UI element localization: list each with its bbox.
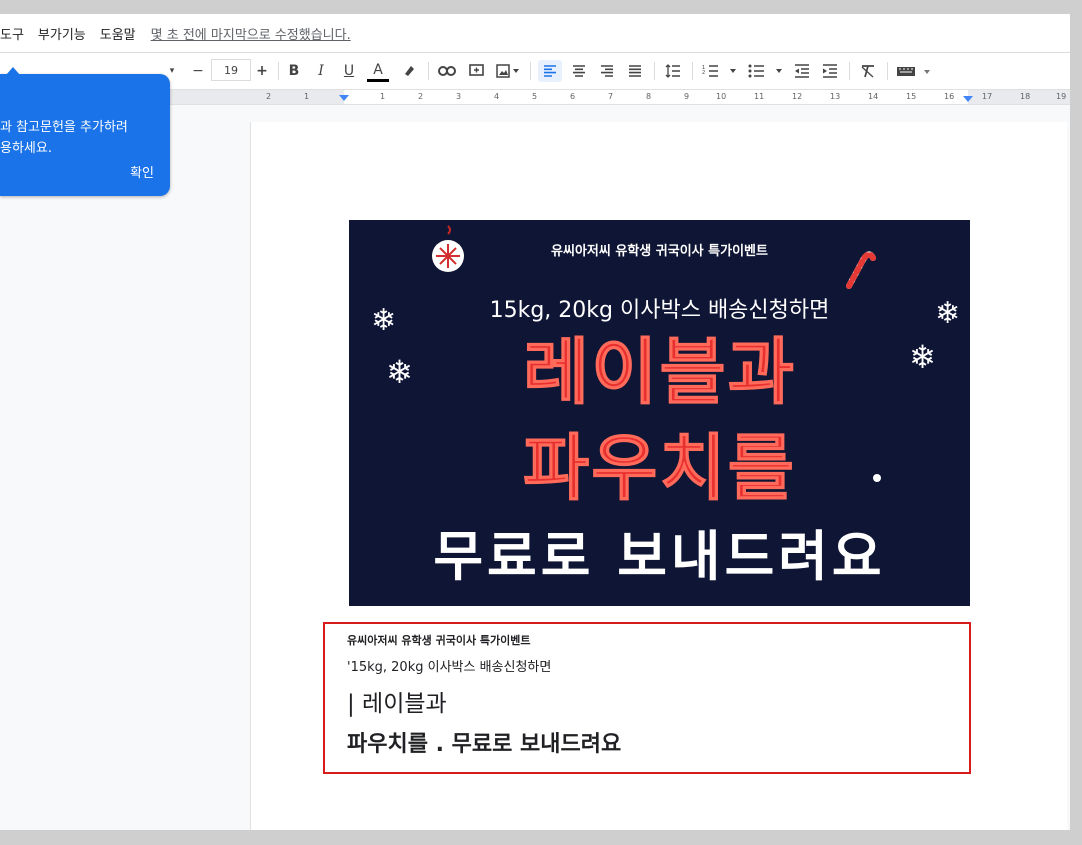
numbered-list-icon[interactable]: 12 — [700, 60, 740, 82]
right-indent-marker-icon[interactable] — [963, 96, 973, 102]
toolbar-divider — [428, 62, 429, 80]
clear-formatting-icon[interactable] — [856, 60, 880, 82]
menu-bar: 도구 부가기능 도움말 몇 초 전에 마지막으로 수정했습니다. — [0, 14, 1070, 53]
ruler-label: 1 — [304, 92, 310, 101]
toolbar-divider — [530, 62, 531, 80]
underline-button[interactable]: U — [339, 60, 359, 82]
feature-tooltip: 과 참고문헌을 추가하려 용하세요. 확인 — [0, 67, 170, 196]
ruler-label: 13 — [830, 92, 841, 101]
ruler-label: 12 — [792, 92, 803, 101]
ruler-label: 15 — [906, 92, 917, 101]
toolbar-divider — [887, 62, 888, 80]
banner-white-line: 무료로 보내드려요 — [433, 525, 886, 588]
ruler-label: 8 — [646, 92, 652, 101]
line-spacing-icon[interactable] — [661, 60, 685, 82]
svg-text:2: 2 — [702, 70, 705, 76]
ocr-line-3: | 레이블과 — [347, 691, 447, 717]
decrease-font-size-button[interactable]: − — [188, 60, 208, 82]
increase-font-size-button[interactable]: + — [252, 60, 272, 82]
ruler-label: 1 — [380, 92, 386, 101]
toolbar-divider — [692, 62, 693, 80]
toolbar-divider — [849, 62, 850, 80]
tooltip-pointer — [6, 67, 20, 75]
highlight-color-icon[interactable] — [398, 60, 420, 82]
ocr-line-4: 파우치를 . 무료로 보내드려요 — [347, 732, 622, 757]
tooltip-confirm-button[interactable]: 확인 — [130, 162, 154, 181]
ruler-label: 11 — [754, 92, 765, 101]
italic-button[interactable]: I — [311, 60, 331, 82]
ocr-line-1: 유씨아저씨 유학생 귀국이사 특가이벤트 — [347, 634, 531, 647]
menu-help[interactable]: 도움말 — [93, 24, 143, 43]
ruler-label: 2 — [418, 92, 424, 101]
tooltip-text-line-1: 과 참고문헌을 추가하려 — [0, 120, 128, 135]
ruler-label: 16 — [944, 92, 955, 101]
text-color-button[interactable]: A — [367, 60, 389, 82]
ruler-label: 3 — [456, 92, 462, 101]
toolbar-divider — [654, 62, 655, 80]
bold-button[interactable]: B — [284, 60, 304, 82]
add-comment-icon[interactable] — [465, 60, 487, 82]
ruler-label: 9 — [684, 92, 690, 101]
menu-addons[interactable]: 부가기능 — [31, 24, 93, 43]
ruler-label: 10 — [716, 92, 727, 101]
align-left-icon[interactable] — [538, 60, 562, 82]
ruler-label: 7 — [608, 92, 614, 101]
ruler-label: 18 — [1020, 92, 1031, 101]
banner-subtitle: 15kg, 20kg 이사박스 배송신청하면 — [489, 298, 830, 323]
banner-red-line-1: 레이블과 — [523, 330, 796, 414]
ruler-label: 6 — [570, 92, 576, 101]
last-edited-link[interactable]: 몇 초 전에 마지막으로 수정했습니다. — [151, 24, 351, 43]
ruler-label: 19 — [1056, 92, 1067, 101]
tooltip-text-line-2: 용하세요. — [0, 141, 52, 156]
document-page[interactable]: ❄ ❄ ❄ ❄ 유씨아저씨 유학생 귀국이사 특가이벤트 15kg, 20kg … — [250, 122, 1067, 830]
decrease-indent-icon[interactable] — [790, 60, 814, 82]
input-tools-keyboard-icon[interactable] — [894, 60, 934, 82]
ruler-label: 4 — [494, 92, 500, 101]
banner-event-title: 유씨아저씨 유학생 귀국이사 특가이벤트 — [551, 244, 768, 259]
increase-indent-icon[interactable] — [818, 60, 842, 82]
event-banner-image[interactable]: ❄ ❄ ❄ ❄ 유씨아저씨 유학생 귀국이사 특가이벤트 15kg, 20kg … — [349, 220, 970, 606]
align-justify-icon[interactable] — [623, 60, 647, 82]
banner-red-line-2: 파우치를 — [523, 426, 796, 510]
align-right-icon[interactable] — [595, 60, 619, 82]
bulleted-list-icon[interactable] — [746, 60, 786, 82]
insert-link-icon[interactable] — [436, 60, 458, 82]
docs-window: 도구 부가기능 도움말 몇 초 전에 마지막으로 수정했습니다. ▾ − 19 … — [0, 14, 1070, 830]
insert-image-icon[interactable] — [493, 60, 523, 82]
ruler-label: 17 — [982, 92, 993, 101]
left-indent-marker-icon[interactable] — [339, 95, 349, 101]
align-center-icon[interactable] — [567, 60, 591, 82]
font-size-input[interactable]: 19 — [211, 59, 251, 81]
ruler-label: 5 — [532, 92, 538, 101]
ocr-line-2: '15kg, 20kg 이사박스 배송신청하면 — [347, 660, 552, 675]
ruler-label: 2 — [266, 92, 272, 101]
ruler-label: 14 — [868, 92, 879, 101]
extracted-text-box[interactable]: 유씨아저씨 유학생 귀국이사 특가이벤트 '15kg, 20kg 이사박스 배송… — [323, 622, 971, 774]
menu-tools[interactable]: 도구 — [0, 24, 31, 43]
toolbar-divider — [278, 62, 279, 80]
